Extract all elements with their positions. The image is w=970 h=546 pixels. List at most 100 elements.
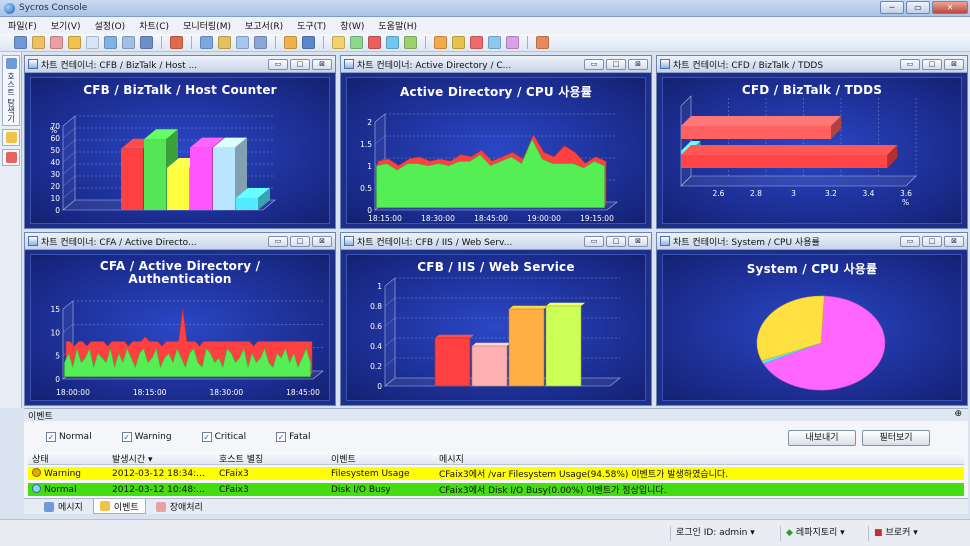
login-status[interactable]: 로그인 ID: admin ▾: [670, 526, 760, 541]
filter-view-button[interactable]: 필터보기: [862, 430, 930, 446]
database-icon[interactable]: [104, 36, 117, 49]
event-row-normal[interactable]: Normal 2012-03-12 10:48:... CFaix3 Disk …: [28, 483, 964, 496]
column-header-status[interactable]: 상태: [28, 452, 108, 464]
y-tick-label: 0.6: [370, 322, 382, 331]
alert-icon[interactable]: [284, 36, 297, 49]
filter-critical[interactable]: ✓ Critical: [201, 432, 247, 442]
document-icon[interactable]: [86, 36, 99, 49]
panel-header[interactable]: 차트 컨테이너: CFD / BizTalk / TDDS ▭ □ ⊠: [657, 56, 967, 73]
panel-header[interactable]: 차트 컨테이너: CFB / BizTalk / Host ... ▭ □ ⊠: [25, 56, 335, 73]
side-tab-folder[interactable]: [2, 128, 20, 146]
event-icon: [99, 501, 110, 511]
tab-events[interactable]: 이벤트: [92, 499, 146, 514]
panel-maximize-button[interactable]: □: [922, 58, 942, 70]
menu-settings[interactable]: 설정(O): [95, 19, 126, 32]
search-icon[interactable]: [218, 36, 231, 49]
minimize-button[interactable]: ─: [880, 1, 904, 14]
filter-icon[interactable]: [254, 36, 267, 49]
panel-header[interactable]: 차트 컨테이너: CFB / IIS / Web Serv... ▭ □ ⊠: [341, 233, 651, 250]
network-icon[interactable]: [302, 36, 315, 49]
time-cell: 2012-03-12 18:34:...: [112, 468, 205, 479]
menu-view[interactable]: 보기(V): [51, 19, 81, 32]
broker-status[interactable]: ■ 브로커 ▾: [868, 526, 923, 541]
image-icon[interactable]: [50, 36, 63, 49]
panel-maximize-button[interactable]: □: [606, 58, 626, 70]
combo-chart-icon[interactable]: [506, 36, 519, 49]
filter-fatal[interactable]: ✓ Fatal: [276, 432, 311, 442]
histogram-icon[interactable]: [470, 36, 483, 49]
panel-maximize-button[interactable]: □: [606, 235, 626, 247]
panel-maximize-button[interactable]: □: [290, 58, 310, 70]
folder-icon[interactable]: [68, 36, 81, 49]
side-tab-host-explorer[interactable]: 호스트 탐색기: [2, 55, 20, 126]
stacked-chart-icon[interactable]: [434, 36, 447, 49]
bar-top: [472, 342, 511, 346]
filter-normal[interactable]: ✓ Normal: [46, 432, 92, 442]
export-button[interactable]: 내보내기: [788, 430, 856, 446]
panel-close-button[interactable]: ⊠: [944, 235, 964, 247]
menu-report[interactable]: 보고서(R): [245, 19, 283, 32]
event-row-warning[interactable]: Warning 2012-03-12 18:34:... CFaix3 File…: [28, 467, 964, 480]
panel-header[interactable]: 차트 컨테이너: CFA / Active Directo... ▭ □ ⊠: [25, 233, 335, 250]
checkbox-fatal[interactable]: ✓: [276, 432, 287, 442]
grid-icon[interactable]: [200, 36, 213, 49]
chart-3d-icon[interactable]: [452, 36, 465, 49]
column-header-event[interactable]: 이벤트: [327, 452, 435, 464]
filter-warning[interactable]: ✓ Warning: [121, 432, 172, 442]
panel-minimize-button[interactable]: ▭: [268, 235, 288, 247]
gauge-icon[interactable]: [488, 36, 501, 49]
panel-header[interactable]: 차트 컨테이너: System / CPU 사용률 ▭ □ ⊠: [657, 233, 967, 250]
area-chart-icon[interactable]: [350, 36, 363, 49]
event-panel: ✓ Normal ✓ Warning ✓ Critical ✓ Fatal 내보…: [24, 421, 968, 498]
panel-minimize-button[interactable]: ▭: [268, 58, 288, 70]
panel-close-button[interactable]: ⊠: [628, 235, 648, 247]
menu-monitoring[interactable]: 모니터링(M): [183, 19, 231, 32]
panel-minimize-button[interactable]: ▭: [584, 58, 604, 70]
filter-label: Critical: [214, 432, 247, 442]
panel-maximize-button[interactable]: □: [922, 235, 942, 247]
checkbox-critical[interactable]: ✓: [201, 432, 212, 442]
server-icon[interactable]: [140, 36, 153, 49]
panel-maximize-button[interactable]: □: [290, 235, 310, 247]
menu-tools[interactable]: 도구(T): [297, 19, 326, 32]
column-header-message[interactable]: 메시지: [435, 452, 964, 464]
panel-close-button[interactable]: ⊠: [628, 58, 648, 70]
panel-minimize-button[interactable]: ▭: [900, 235, 920, 247]
column-header-time[interactable]: 발생시간 ▾: [108, 452, 215, 464]
column-chart-icon[interactable]: [404, 36, 417, 49]
panel-close-button[interactable]: ⊠: [312, 58, 332, 70]
menu-help[interactable]: 도움말(H): [378, 19, 417, 32]
maximize-button[interactable]: ▭: [906, 1, 930, 14]
tab-incidents[interactable]: 장애처리: [150, 499, 209, 514]
side-tab-chart[interactable]: [2, 148, 20, 166]
zoom-icon[interactable]: [236, 36, 249, 49]
checkbox-warning[interactable]: ✓: [121, 432, 132, 442]
line-chart-icon[interactable]: [332, 36, 345, 49]
y-tick-label: 40: [50, 158, 60, 167]
menu-file[interactable]: 파일(F): [8, 19, 37, 32]
panel-minimize-button[interactable]: ▭: [900, 58, 920, 70]
checkbox-normal[interactable]: ✓: [46, 432, 56, 442]
menu-chart[interactable]: 차트(C): [139, 19, 169, 32]
panel-close-button[interactable]: ⊠: [312, 235, 332, 247]
panel-minimize-button[interactable]: ▭: [584, 235, 604, 247]
repository-status[interactable]: ◆ 레파지토리 ▾: [780, 526, 850, 541]
pie-chart-icon[interactable]: [386, 36, 399, 49]
tab-messages[interactable]: 메시지: [38, 499, 89, 514]
x-tick-label: 3.6: [900, 189, 912, 198]
panel-close-button[interactable]: ⊠: [944, 58, 964, 70]
report-icon[interactable]: [170, 36, 183, 49]
panel-header[interactable]: 차트 컨테이너: Active Directory / C... ▭ □ ⊠: [341, 56, 651, 73]
status-bar: 로그인 ID: admin ▾ ◆ 레파지토리 ▾ ■ 브로커 ▾: [0, 519, 970, 546]
monitor-icon[interactable]: [14, 36, 27, 49]
y-tick-label: 1.5: [360, 140, 372, 149]
close-button[interactable]: ✕: [932, 1, 968, 14]
panel-header-title: 차트 컨테이너: CFD / BizTalk / TDDS: [673, 60, 824, 71]
export-icon[interactable]: [536, 36, 549, 49]
menu-window[interactable]: 창(W): [340, 19, 364, 32]
list-icon[interactable]: [122, 36, 135, 49]
pin-icon[interactable]: ⊕: [954, 409, 962, 419]
user-icon[interactable]: [32, 36, 45, 49]
column-header-host[interactable]: 호스트 별칭: [215, 452, 327, 464]
bar-chart-icon[interactable]: [368, 36, 381, 49]
